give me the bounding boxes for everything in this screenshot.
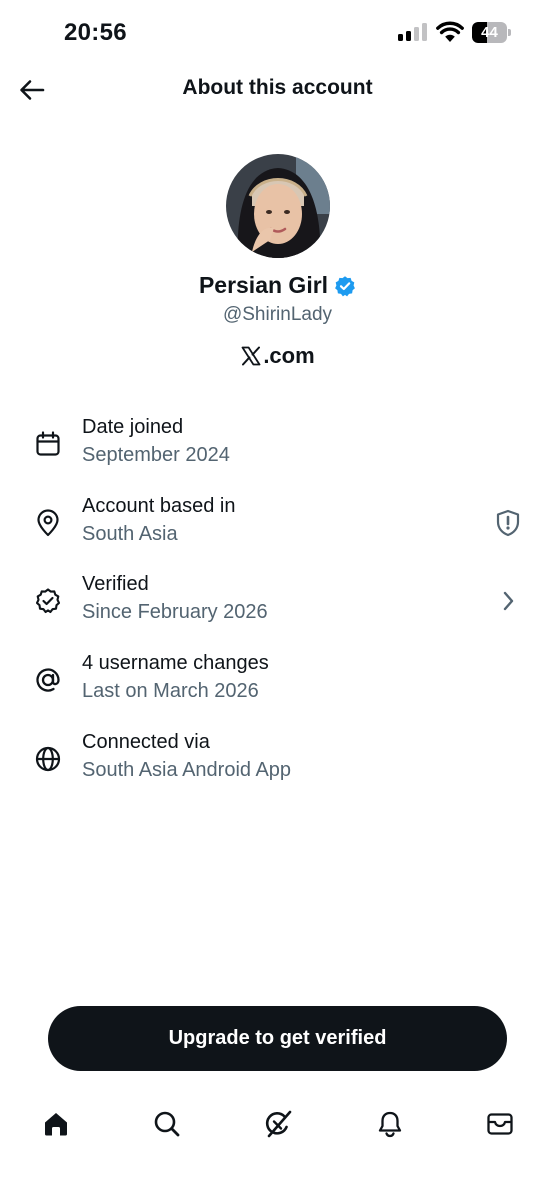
bell-icon (378, 1111, 402, 1138)
upgrade-button[interactable]: Upgrade to get verified (48, 1006, 507, 1071)
page-title: About this account (182, 76, 373, 99)
source-link[interactable]: .com (0, 343, 555, 369)
mail-icon (487, 1113, 513, 1135)
info-row-account-based-in: Account based in South Asia (0, 495, 555, 565)
verified-badge-icon (32, 585, 64, 617)
profile-name-row: Persian Girl (0, 272, 555, 299)
cellular-signal-icon (398, 23, 428, 41)
nav-notifications[interactable] (370, 1104, 410, 1144)
bottom-nav (0, 1100, 555, 1150)
battery-level: 44 (481, 24, 498, 41)
nav-home[interactable] (36, 1104, 76, 1144)
profile-handle: @ShirinLady (222, 304, 333, 325)
info-label: Verified (82, 573, 149, 595)
home-icon (45, 1113, 67, 1136)
wifi-icon (436, 21, 464, 43)
nav-search[interactable] (147, 1104, 187, 1144)
calendar-icon (32, 428, 64, 460)
battery-icon: 44 (472, 22, 512, 43)
info-row-connected-via: Connected via South Asia Android App (0, 731, 555, 801)
info-row-username-changes: 4 username changes Last on March 2026 (0, 652, 555, 722)
source-domain: .com (263, 343, 315, 368)
profile-name: Persian Girl (198, 272, 329, 298)
nav-messages[interactable] (480, 1104, 520, 1144)
info-label: Date joined (82, 416, 184, 438)
status-bar: 20:56 44 (0, 0, 555, 66)
search-icon (154, 1111, 180, 1137)
verified-badge-icon (335, 275, 355, 296)
avatar[interactable] (226, 154, 330, 258)
shield-alert-icon[interactable] (492, 507, 524, 539)
info-row-verified[interactable]: Verified Since February 2026 (0, 573, 555, 643)
info-label: Connected via (82, 731, 210, 753)
info-value: South Asia Android App (82, 759, 292, 781)
info-value: Since February 2026 (82, 601, 268, 623)
status-time: 20:56 (64, 19, 127, 46)
info-label: Account based in (82, 495, 236, 517)
at-sign-icon (32, 664, 64, 696)
grok-icon (265, 1110, 292, 1138)
info-value: Last on March 2026 (82, 680, 259, 702)
globe-icon (32, 743, 64, 775)
location-pin-icon (32, 507, 64, 539)
info-value: South Asia (82, 523, 178, 545)
nav-grok[interactable] (258, 1104, 298, 1144)
x-logo-icon (241, 346, 261, 366)
chevron-right-icon[interactable] (492, 585, 524, 617)
info-row-date-joined: Date joined September 2024 (0, 416, 555, 486)
info-label: 4 username changes (82, 652, 269, 674)
info-value: September 2024 (82, 444, 230, 466)
